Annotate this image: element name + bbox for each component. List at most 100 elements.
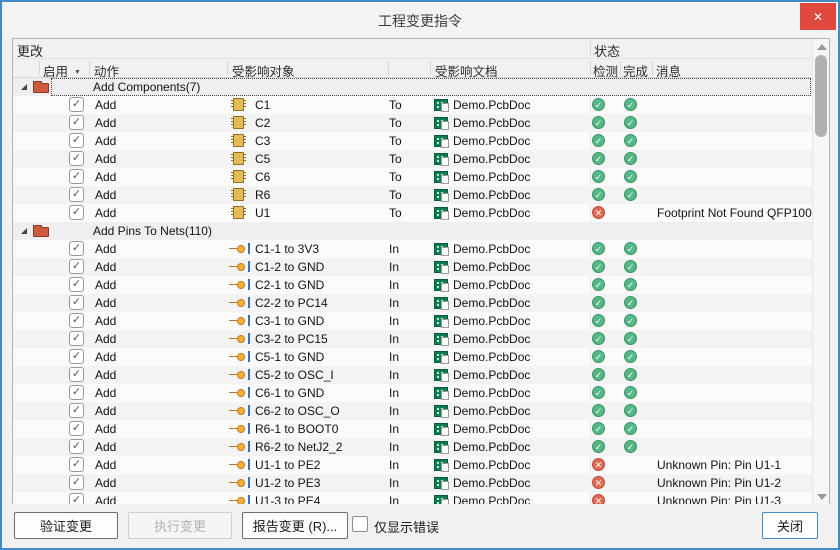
object-cell: C3-2 to PC15 (255, 332, 328, 346)
change-row[interactable]: ✓ Add U1 To Demo.PcbDoc ✕ Footprint Not Found … (13, 204, 829, 222)
check-status-ok-icon: ✓ (592, 422, 605, 435)
scroll-down-icon[interactable] (817, 494, 827, 500)
row-enable-checkbox[interactable]: ✓ (69, 367, 84, 382)
change-row[interactable]: ✓ Add R6-2 to NetJ2_2 In Demo.PcbDoc ✓ ✓ (13, 438, 829, 456)
component-icon (231, 116, 246, 129)
direction-cell: In (389, 386, 400, 400)
group-row[interactable]: Add Pins To Nets(110) (13, 222, 829, 240)
change-row[interactable]: ✓ Add C2-2 to PC14 In Demo.PcbDoc ✓ ✓ (13, 294, 829, 312)
direction-cell: To (389, 98, 402, 112)
pcbdoc-icon (434, 369, 449, 382)
change-row[interactable]: ✓ Add C6 To Demo.PcbDoc ✓ ✓ (13, 168, 829, 186)
change-row[interactable]: ✓ Add C6-2 to OSC_O In Demo.PcbDoc ✓ ✓ (13, 402, 829, 420)
row-enable-checkbox[interactable]: ✓ (69, 313, 84, 328)
component-icon (231, 188, 246, 201)
row-enable-checkbox[interactable]: ✓ (69, 421, 84, 436)
row-enable-checkbox[interactable]: ✓ (69, 151, 84, 166)
row-enable-checkbox[interactable]: ✓ (69, 403, 84, 418)
title-bar: 工程变更指令 ✕ (2, 2, 838, 36)
report-changes-button[interactable]: 报告变更 (R)... (242, 512, 348, 539)
change-row[interactable]: ✓ Add C1 To Demo.PcbDoc ✓ ✓ (13, 96, 829, 114)
change-row[interactable]: ✓ Add C3-1 to GND In Demo.PcbDoc ✓ ✓ (13, 312, 829, 330)
execute-changes-button[interactable]: 执行变更 (128, 512, 232, 539)
scroll-up-icon[interactable] (817, 44, 827, 50)
document-cell: Demo.PcbDoc (453, 170, 531, 184)
row-enable-checkbox[interactable]: ✓ (69, 457, 84, 472)
action-cell: Add (95, 494, 117, 504)
chevron-down-icon[interactable]: ▼ (74, 69, 81, 76)
change-row[interactable]: ✓ Add C6-1 to GND In Demo.PcbDoc ✓ ✓ (13, 384, 829, 402)
object-cell: U1-3 to PE4 (255, 494, 321, 504)
row-enable-checkbox[interactable]: ✓ (69, 385, 84, 400)
direction-cell: In (389, 440, 400, 454)
pcbdoc-icon (434, 243, 449, 256)
document-cell: Demo.PcbDoc (453, 188, 531, 202)
row-enable-checkbox[interactable]: ✓ (69, 349, 84, 364)
direction-cell: To (389, 134, 402, 148)
object-cell: U1-2 to PE3 (255, 476, 321, 490)
pcbdoc-icon (434, 99, 449, 112)
row-enable-checkbox[interactable]: ✓ (69, 493, 84, 504)
row-enable-checkbox[interactable]: ✓ (69, 259, 84, 274)
only-show-errors-checkbox[interactable] (352, 516, 368, 532)
change-row[interactable]: ✓ Add C3 To Demo.PcbDoc ✓ ✓ (13, 132, 829, 150)
action-cell: Add (95, 314, 117, 328)
change-row[interactable]: ✓ Add C2-1 to GND In Demo.PcbDoc ✓ ✓ (13, 276, 829, 294)
done-status-ok-icon: ✓ (624, 296, 637, 309)
message-cell: Unknown Pin: Pin U1-2 (657, 476, 782, 490)
row-enable-checkbox[interactable]: ✓ (69, 97, 84, 112)
tree-expander-icon[interactable] (21, 228, 27, 234)
change-row[interactable]: ✓ Add R6 To Demo.PcbDoc ✓ ✓ (13, 186, 829, 204)
validate-changes-button[interactable]: 验证变更 (14, 512, 118, 539)
action-cell: Add (95, 332, 117, 346)
row-enable-checkbox[interactable]: ✓ (69, 277, 84, 292)
vertical-scrollbar[interactable] (812, 39, 829, 505)
row-enable-checkbox[interactable]: ✓ (69, 331, 84, 346)
change-row[interactable]: ✓ Add U1-2 to PE3 In Demo.PcbDoc ✕ Unknown Pin… (13, 474, 829, 492)
change-row[interactable]: ✓ Add C1-2 to GND In Demo.PcbDoc ✓ ✓ (13, 258, 829, 276)
pcbdoc-icon (434, 477, 449, 490)
change-row[interactable]: ✓ Add C2 To Demo.PcbDoc ✓ ✓ (13, 114, 829, 132)
close-dialog-button[interactable]: 关闭 (762, 512, 818, 539)
scrollbar-thumb[interactable] (815, 55, 827, 137)
change-row[interactable]: ✓ Add C1-1 to 3V3 In Demo.PcbDoc ✓ ✓ (13, 240, 829, 258)
change-row[interactable]: ✓ Add C3-2 to PC15 In Demo.PcbDoc ✓ ✓ (13, 330, 829, 348)
change-row[interactable]: ✓ Add C5-1 to GND In Demo.PcbDoc ✓ ✓ (13, 348, 829, 366)
change-row[interactable]: ✓ Add U1-1 to PE2 In Demo.PcbDoc ✕ Unknown Pin… (13, 456, 829, 474)
object-cell: C3 (255, 134, 271, 148)
row-enable-checkbox[interactable]: ✓ (69, 205, 84, 220)
done-status-ok-icon: ✓ (624, 170, 637, 183)
change-row[interactable]: ✓ Add R6-1 to BOOT0 In Demo.PcbDoc ✓ ✓ (13, 420, 829, 438)
only-show-errors-label: 仅显示错误 (374, 520, 440, 535)
row-enable-checkbox[interactable]: ✓ (69, 169, 84, 184)
folder-icon (33, 81, 49, 93)
object-cell: C1 (255, 98, 271, 112)
close-button[interactable]: ✕ (800, 3, 836, 30)
document-cell: Demo.PcbDoc (453, 242, 531, 256)
row-enable-checkbox[interactable]: ✓ (69, 241, 84, 256)
pin-icon (229, 423, 250, 434)
tree-expander-icon[interactable] (21, 84, 27, 90)
action-cell: Add (95, 206, 117, 220)
row-enable-checkbox[interactable]: ✓ (69, 115, 84, 130)
group-row[interactable]: Add Components(7) (13, 78, 829, 96)
change-row[interactable]: ✓ Add C5-2 to OSC_I In Demo.PcbDoc ✓ ✓ (13, 366, 829, 384)
done-status-ok-icon: ✓ (624, 260, 637, 273)
row-enable-checkbox[interactable]: ✓ (69, 475, 84, 490)
pcbdoc-icon (434, 279, 449, 292)
object-cell: C5-2 to OSC_I (255, 368, 334, 382)
component-icon (231, 134, 246, 147)
row-enable-checkbox[interactable]: ✓ (69, 295, 84, 310)
change-row[interactable]: ✓ Add U1-3 to PE4 In Demo.PcbDoc ✕ Unknown Pin… (13, 492, 829, 504)
row-enable-checkbox[interactable]: ✓ (69, 187, 84, 202)
change-row[interactable]: ✓ Add C5 To Demo.PcbDoc ✓ ✓ (13, 150, 829, 168)
check-status-ok-icon: ✓ (592, 350, 605, 363)
action-cell: Add (95, 260, 117, 274)
pcbdoc-icon (434, 495, 449, 504)
check-status-ok-icon: ✓ (592, 134, 605, 147)
pcbdoc-icon (434, 441, 449, 454)
row-enable-checkbox[interactable]: ✓ (69, 133, 84, 148)
row-enable-checkbox[interactable]: ✓ (69, 439, 84, 454)
done-status-ok-icon: ✓ (624, 278, 637, 291)
document-cell: Demo.PcbDoc (453, 494, 531, 504)
